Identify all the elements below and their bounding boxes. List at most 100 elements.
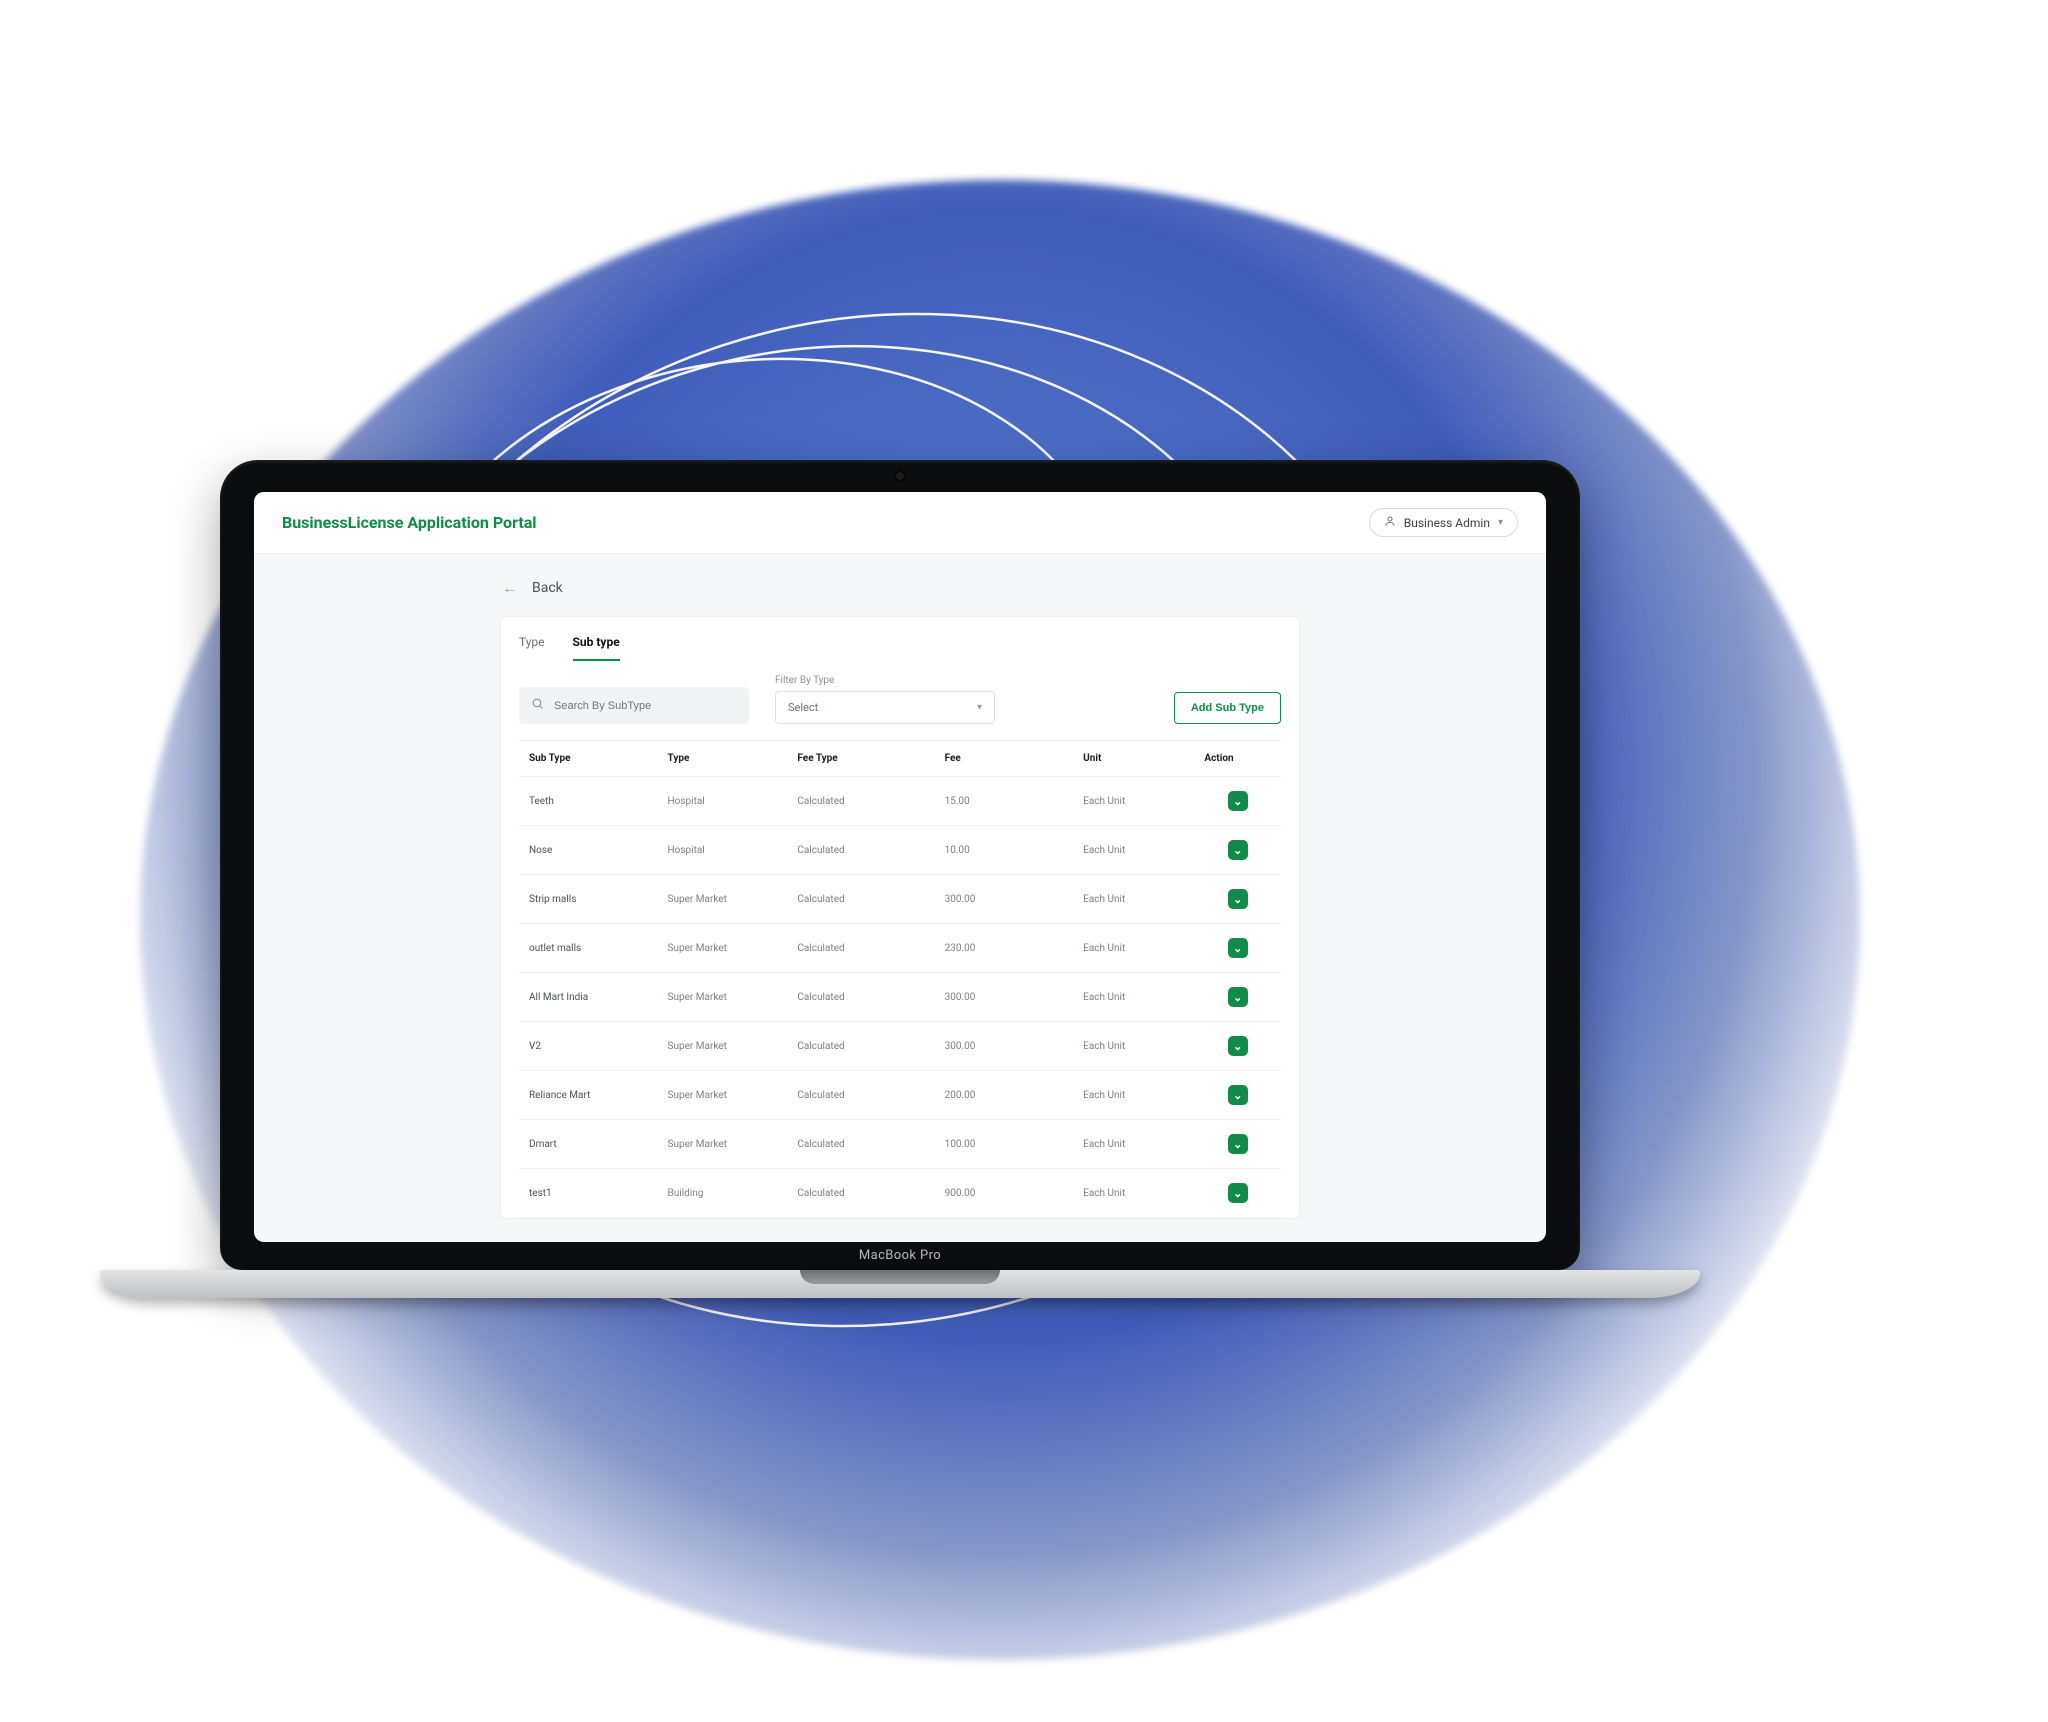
cell-unit: Each Unit [1073, 924, 1194, 973]
table-row: V2Super MarketCalculated300.00Each Unit ⌄ [519, 1022, 1281, 1071]
tab-sub-type[interactable]: Sub type [573, 631, 620, 661]
row-action-button[interactable]: ⌄ [1228, 987, 1248, 1007]
topbar: BusinessLicense Application Portal Busin… [254, 492, 1546, 554]
col-action: Action [1194, 741, 1281, 777]
table-row: Strip mallsSuper MarketCalculated300.00E… [519, 875, 1281, 924]
row-action-button[interactable]: ⌄ [1228, 1134, 1248, 1154]
cell-unit: Each Unit [1073, 973, 1194, 1022]
search-input[interactable] [554, 700, 737, 712]
cell-fee: 900.00 [935, 1169, 1074, 1218]
filter-select[interactable]: Select ▾ [775, 691, 995, 724]
cell-fee-type: Calculated [787, 1071, 934, 1120]
page-body: ← Back Type Sub type [254, 554, 1546, 1242]
cell-type: Hospital [658, 826, 788, 875]
filter-placeholder: Select [788, 701, 818, 714]
table-row: All Mart IndiaSuper MarketCalculated300.… [519, 973, 1281, 1022]
cell-sub-type: Nose [519, 826, 658, 875]
cell-fee-type: Calculated [787, 826, 934, 875]
cell-sub-type: Teeth [519, 777, 658, 826]
col-type: Type [658, 741, 788, 777]
cell-unit: Each Unit [1073, 826, 1194, 875]
cell-unit: Each Unit [1073, 1022, 1194, 1071]
cell-fee-type: Calculated [787, 924, 934, 973]
cell-fee: 230.00 [935, 924, 1074, 973]
laptop-device: BusinessLicense Application Portal Busin… [220, 460, 1580, 1298]
cell-unit: Each Unit [1073, 1169, 1194, 1218]
cell-type: Hospital [658, 777, 788, 826]
camera-notch [895, 471, 905, 481]
col-fee-type: Fee Type [787, 741, 934, 777]
cell-type: Building [658, 1169, 788, 1218]
star-icon [115, 240, 235, 360]
cell-type: Super Market [658, 924, 788, 973]
chevron-down-icon: ▾ [977, 702, 982, 713]
cell-sub-type: Reliance Mart [519, 1071, 658, 1120]
user-icon [1384, 515, 1396, 530]
cell-unit: Each Unit [1073, 1120, 1194, 1169]
laptop-body: BusinessLicense Application Portal Busin… [220, 460, 1580, 1270]
back-button[interactable]: ← Back [500, 574, 1300, 616]
col-fee: Fee [935, 741, 1074, 777]
cell-fee-type: Calculated [787, 875, 934, 924]
app-title: BusinessLicense Application Portal [282, 513, 537, 532]
cell-fee: 300.00 [935, 875, 1074, 924]
row-action-button[interactable]: ⌄ [1228, 1036, 1248, 1056]
table-row: outlet mallsSuper MarketCalculated230.00… [519, 924, 1281, 973]
cell-unit: Each Unit [1073, 777, 1194, 826]
cell-fee-type: Calculated [787, 777, 934, 826]
col-sub-type: Sub Type [519, 741, 658, 777]
cell-type: Super Market [658, 1120, 788, 1169]
app-screen: BusinessLicense Application Portal Busin… [254, 492, 1546, 1242]
cell-fee-type: Calculated [787, 1022, 934, 1071]
cell-unit: Each Unit [1073, 875, 1194, 924]
cell-fee-type: Calculated [787, 1120, 934, 1169]
col-unit: Unit [1073, 741, 1194, 777]
cell-sub-type: outlet malls [519, 924, 658, 973]
chevron-down-icon: ▾ [1498, 517, 1503, 528]
row-action-button[interactable]: ⌄ [1228, 938, 1248, 958]
cell-fee: 15.00 [935, 777, 1074, 826]
row-action-button[interactable]: ⌄ [1228, 840, 1248, 860]
cell-type: Super Market [658, 973, 788, 1022]
cell-sub-type: All Mart India [519, 973, 658, 1022]
table-row: TeethHospitalCalculated15.00Each Unit ⌄ [519, 777, 1281, 826]
cell-fee: 200.00 [935, 1071, 1074, 1120]
table-row: DmartSuper MarketCalculated100.00Each Un… [519, 1120, 1281, 1169]
cell-fee: 10.00 [935, 826, 1074, 875]
cell-fee-type: Calculated [787, 1169, 934, 1218]
table-row: Reliance MartSuper MarketCalculated200.0… [519, 1071, 1281, 1120]
cell-type: Super Market [658, 875, 788, 924]
add-sub-type-button[interactable]: Add Sub Type [1174, 692, 1281, 724]
sub-type-table: Sub Type Type Fee Type Fee Unit Action T… [519, 740, 1281, 1218]
cell-type: Super Market [658, 1071, 788, 1120]
cell-unit: Each Unit [1073, 1071, 1194, 1120]
filter-row: Filter By Type Select ▾ Add Sub Type [519, 675, 1281, 724]
row-action-button[interactable]: ⌄ [1228, 1085, 1248, 1105]
device-brand: MacBook Pro [859, 1248, 941, 1263]
device-brand-row: MacBook Pro [220, 1244, 1580, 1270]
cell-fee-type: Calculated [787, 973, 934, 1022]
cell-sub-type: Dmart [519, 1120, 658, 1169]
table-row: test1BuildingCalculated900.00Each Unit ⌄ [519, 1169, 1281, 1218]
arrow-left-icon: ← [502, 578, 518, 598]
cell-fee: 100.00 [935, 1120, 1074, 1169]
cell-sub-type: Strip malls [519, 875, 658, 924]
user-label: Business Admin [1404, 516, 1490, 530]
cell-type: Super Market [658, 1022, 788, 1071]
filter-label: Filter By Type [775, 675, 1148, 686]
tab-type[interactable]: Type [519, 631, 545, 661]
cell-sub-type: V2 [519, 1022, 658, 1071]
cell-sub-type: test1 [519, 1169, 658, 1218]
user-menu[interactable]: Business Admin ▾ [1369, 508, 1518, 537]
cell-fee: 300.00 [935, 973, 1074, 1022]
laptop-foot [100, 1270, 1700, 1298]
row-action-button[interactable]: ⌄ [1228, 1183, 1248, 1203]
tabs: Type Sub type [519, 631, 1281, 661]
search-icon [531, 697, 544, 714]
search-box[interactable] [519, 687, 749, 724]
content-panel: Type Sub type Filter By Typ [500, 616, 1300, 1219]
table-row: NoseHospitalCalculated10.00Each Unit ⌄ [519, 826, 1281, 875]
cell-fee: 300.00 [935, 1022, 1074, 1071]
row-action-button[interactable]: ⌄ [1228, 791, 1248, 811]
row-action-button[interactable]: ⌄ [1228, 889, 1248, 909]
